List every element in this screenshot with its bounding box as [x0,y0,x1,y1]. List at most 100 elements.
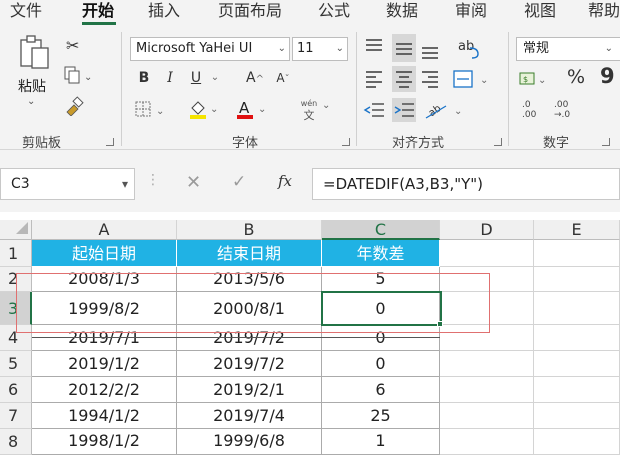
tab-file[interactable]: 文件 [10,0,42,22]
tab-formulas[interactable]: 公式 [318,0,350,22]
tab-review[interactable]: 审阅 [455,0,487,22]
cell-a2[interactable]: 2008/1/3 [32,267,177,292]
orientation-icon[interactable]: ab ⌄ [425,103,462,119]
cell-e4[interactable] [534,325,620,351]
fill-color-icon[interactable]: ⌄ [188,98,222,124]
cell-a7[interactable]: 1994/1/2 [32,403,177,429]
phonetic-icon[interactable]: wén 文 [298,96,320,121]
tab-page-layout[interactable]: 页面布局 [218,0,282,22]
font-launcher-icon[interactable] [342,138,350,146]
cell-a3[interactable]: 1999/8/2 [32,292,177,325]
cell-b3[interactable]: 2000/8/1 [177,292,322,325]
tab-data[interactable]: 数据 [386,0,418,22]
font-family-select[interactable]: Microsoft YaHei UI ⌄ [130,37,290,61]
comma-style-button[interactable]: 9 [600,64,615,88]
row-header-5[interactable]: 5 [0,351,32,377]
row-header-4[interactable]: 4 [0,325,32,351]
align-top-icon[interactable] [366,39,382,51]
number-launcher-icon[interactable] [602,138,610,146]
grow-font-button[interactable]: A^ [244,66,266,90]
formula-input[interactable]: =DATEDIF(A3,B3,"Y") [312,168,620,200]
italic-button[interactable]: I [160,66,180,90]
cell-e3[interactable] [534,292,620,325]
bold-button[interactable]: B [134,66,154,90]
row-header-2[interactable]: 2 [0,267,32,292]
accounting-format-icon[interactable]: $ ⌄ [518,70,552,92]
row-header-6[interactable]: 6 [0,377,32,403]
column-header-d[interactable]: D [440,220,534,240]
cell-c8[interactable]: 1 [322,429,440,455]
column-header-a[interactable]: A [32,220,177,240]
cell-d8[interactable] [440,429,534,455]
paste-dropdown-icon[interactable]: ⌄ [27,96,35,107]
cell-b5[interactable]: 2019/7/2 [177,351,322,377]
decrease-indent-icon[interactable] [363,103,384,117]
cell-c6[interactable]: 6 [322,377,440,403]
cell-a1[interactable]: 起始日期 [32,240,177,267]
tab-help[interactable]: 帮助 [588,0,620,22]
cell-e8[interactable] [534,429,620,455]
cell-e6[interactable] [534,377,620,403]
cell-e5[interactable] [534,351,620,377]
cell-d6[interactable] [440,377,534,403]
paste-icon[interactable] [18,34,52,74]
shrink-font-button[interactable]: Aˇ [272,66,294,90]
cut-icon[interactable]: ✂ [66,36,79,55]
font-size-select[interactable]: 11 ⌄ [292,37,348,61]
cell-d3[interactable] [440,292,534,325]
cell-e7[interactable] [534,403,620,429]
underline-button[interactable]: U [186,66,206,90]
cell-a6[interactable]: 2012/2/2 [32,377,177,403]
paste-button[interactable]: 粘贴 [18,76,46,96]
cell-d4[interactable] [440,325,534,351]
fill-handle[interactable] [437,321,443,327]
row-header-7[interactable]: 7 [0,403,32,429]
enter-icon[interactable]: ✓ [232,172,246,192]
merge-center-icon[interactable]: ⌄ [453,70,488,88]
cell-e2[interactable] [534,267,620,292]
cell-b4[interactable]: 2019/7/2 [177,325,322,351]
row-header-3[interactable]: 3 [0,292,32,325]
tab-view[interactable]: 视图 [524,0,556,22]
cell-b7[interactable]: 2019/7/4 [177,403,322,429]
cell-b8[interactable]: 1999/6/8 [177,429,322,455]
clipboard-launcher-icon[interactable] [106,138,114,146]
cell-d5[interactable] [440,351,534,377]
column-header-e[interactable]: E [534,220,620,240]
tab-home[interactable]: 开始 [82,0,114,22]
row-header-8[interactable]: 8 [0,429,32,455]
cell-a8[interactable]: 1998/1/2 [32,429,177,455]
percent-style-button[interactable]: % [567,66,585,88]
cell-c5[interactable]: 0 [322,351,440,377]
insert-function-button[interactable]: fx [278,172,292,190]
cell-c1[interactable]: 年数差 [322,240,440,267]
tab-insert[interactable]: 插入 [148,0,180,22]
cell-a5[interactable]: 2019/1/2 [32,351,177,377]
cell-b6[interactable]: 2019/2/1 [177,377,322,403]
align-bottom-icon[interactable] [422,47,438,59]
font-color-icon[interactable]: A ⌄ [236,98,270,124]
cell-a4[interactable]: 2019/7/1 [32,325,177,351]
align-left-icon[interactable] [366,71,382,88]
cell-c4[interactable]: 0 [322,325,440,351]
underline-dropdown-icon[interactable]: ⌄ [208,66,222,90]
formula-bar-grip-icon[interactable]: ⋮ [146,172,160,188]
cell-d1[interactable] [440,240,534,267]
cancel-icon[interactable]: ✕ [186,172,201,193]
cell-d7[interactable] [440,403,534,429]
decrease-decimal-button[interactable]: .00 →.0 [554,100,570,120]
column-header-c[interactable]: C [322,220,440,240]
cell-d2[interactable] [440,267,534,292]
cell-e1[interactable] [534,240,620,267]
column-header-b[interactable]: B [177,220,322,240]
format-painter-icon[interactable] [64,96,84,120]
alignment-launcher-icon[interactable] [494,138,502,146]
phonetic-dropdown-icon[interactable]: ⌄ [322,100,330,111]
name-box[interactable]: C3 ▾ [0,168,135,200]
increase-decimal-button[interactable]: .0.00 [522,100,536,120]
cell-b2[interactable]: 2013/5/6 [177,267,322,292]
cell-c7[interactable]: 25 [322,403,440,429]
copy-icon[interactable]: ⌄ [64,66,94,88]
wrap-text-icon[interactable]: ab [458,39,479,59]
align-right-icon[interactable] [422,71,438,88]
